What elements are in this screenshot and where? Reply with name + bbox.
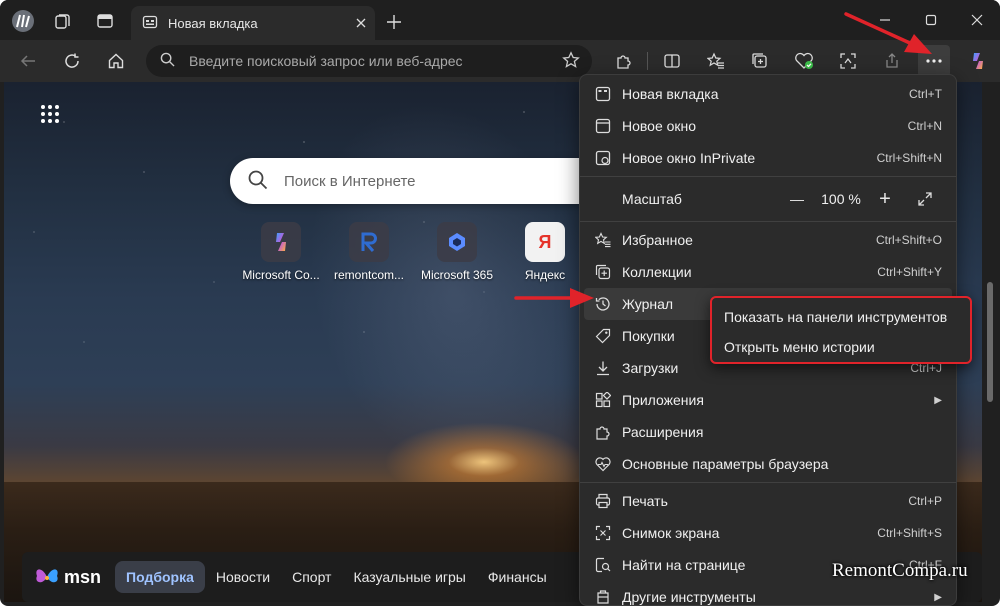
menu-item-favorites[interactable]: Избранное Ctrl+Shift+O xyxy=(580,224,956,256)
zoom-controls: — 100 % + xyxy=(780,184,942,214)
menu-item-browser-essentials[interactable]: Основные параметры браузера xyxy=(580,448,956,480)
menu-separator xyxy=(580,176,956,177)
msn-tab-sports[interactable]: Спорт xyxy=(281,561,342,593)
back-button[interactable] xyxy=(12,45,44,77)
tab-close-icon[interactable] xyxy=(347,9,375,37)
yandex-icon: Я xyxy=(525,222,565,262)
scrollbar-thumb[interactable] xyxy=(987,282,993,402)
apps-icon xyxy=(594,391,612,409)
quicklink-label: Microsoft 365 xyxy=(420,268,494,282)
puzzle-icon xyxy=(594,423,612,441)
new-tab-button[interactable] xyxy=(380,8,408,36)
menu-item-new-tab[interactable]: Новая вкладка Ctrl+T xyxy=(580,78,956,110)
favorites-icon xyxy=(594,231,612,249)
msn-tab-news[interactable]: Новости xyxy=(205,561,281,593)
menu-separator xyxy=(580,221,956,222)
browser-window: Новая вкладка Введите поисковый запрос и… xyxy=(0,0,1000,606)
extensions-button[interactable] xyxy=(608,45,640,77)
quicklink-yandex[interactable]: Я Яндекс xyxy=(500,222,590,282)
shopping-tag-icon xyxy=(594,327,612,345)
close-window-button[interactable] xyxy=(954,4,1000,36)
menu-item-screenshot[interactable]: Снимок экрана Ctrl+Shift+S xyxy=(580,517,956,549)
history-icon xyxy=(594,295,612,313)
site-watermark: RemontCompa.ru xyxy=(832,560,968,581)
tab-new-tab[interactable]: Новая вкладка xyxy=(131,6,375,40)
find-icon xyxy=(594,556,612,574)
menu-item-apps[interactable]: Приложения ▶ xyxy=(580,384,956,416)
menu-item-collections[interactable]: Коллекции Ctrl+Shift+Y xyxy=(580,256,956,288)
search-icon xyxy=(248,170,268,193)
workspaces-icon[interactable] xyxy=(48,6,78,36)
menu-item-zoom: Масштаб — 100 % + xyxy=(580,179,956,219)
favorites-button[interactable] xyxy=(700,45,732,77)
download-icon xyxy=(594,359,612,377)
zoom-out-button[interactable]: — xyxy=(780,184,814,214)
web-search-input[interactable] xyxy=(284,172,604,190)
page-scrollbar[interactable] xyxy=(984,82,996,602)
screenshot-icon xyxy=(594,524,612,542)
submenu-arrow-icon: ▶ xyxy=(934,394,942,406)
profile-avatar[interactable] xyxy=(8,6,38,36)
address-bar[interactable] xyxy=(146,45,592,77)
quicklink-label: Яндекс xyxy=(524,268,566,282)
annotation-arrow-to-history xyxy=(514,288,594,308)
tab-favicon-icon xyxy=(142,14,158,33)
collections-button[interactable] xyxy=(744,45,776,77)
browser-essentials-button[interactable] xyxy=(788,45,820,77)
home-button[interactable] xyxy=(100,45,132,77)
inprivate-icon xyxy=(594,149,612,167)
new-window-icon xyxy=(594,117,612,135)
quicklink-remontcompa[interactable]: remontcom... xyxy=(324,222,414,282)
menu-item-new-inprivate[interactable]: Новое окно InPrivate Ctrl+Shift+N xyxy=(580,142,956,174)
msn-nav: Подборка Новости Спорт Казуальные игры Ф… xyxy=(115,561,558,593)
submenu-arrow-icon: ▶ xyxy=(934,591,942,603)
history-submenu: Показать на панели инструментов Открыть … xyxy=(710,296,972,364)
menu-item-extensions[interactable]: Расширения xyxy=(580,416,956,448)
quick-links: Microsoft Co... remontcom... Microsoft 3… xyxy=(236,222,596,282)
search-icon xyxy=(160,52,175,70)
zoom-in-button[interactable]: + xyxy=(868,184,902,214)
menu-item-more-tools[interactable]: Другие инструменты ▶ xyxy=(580,581,956,606)
msn-butterfly-icon xyxy=(36,569,58,583)
submenu-open-history-menu[interactable]: Открыть меню истории xyxy=(712,332,970,362)
refresh-button[interactable] xyxy=(56,45,88,77)
annotation-arrow-to-more-button xyxy=(844,12,932,54)
copilot-icon xyxy=(261,222,301,262)
fullscreen-icon[interactable] xyxy=(908,184,942,214)
toolbar-divider xyxy=(647,52,648,70)
new-tab-icon xyxy=(594,85,612,103)
msn-tab-featured[interactable]: Подборка xyxy=(115,561,205,593)
print-icon xyxy=(594,492,612,510)
submenu-show-in-toolbar[interactable]: Показать на панели инструментов xyxy=(712,302,970,332)
zoom-level: 100 % xyxy=(821,191,861,207)
heart-pulse-icon xyxy=(594,455,612,473)
quicklink-copilot[interactable]: Microsoft Co... xyxy=(236,222,326,282)
msn-tab-casual-games[interactable]: Казуальные игры xyxy=(342,561,476,593)
collections-icon xyxy=(594,263,612,281)
menu-item-new-window[interactable]: Новое окно Ctrl+N xyxy=(580,110,956,142)
menu-item-print[interactable]: Печать Ctrl+P xyxy=(580,485,956,517)
copilot-icon[interactable] xyxy=(962,45,994,77)
address-input[interactable] xyxy=(189,53,529,69)
quicklink-label: remontcom... xyxy=(333,268,405,282)
microsoft365-icon xyxy=(437,222,477,262)
split-screen-button[interactable] xyxy=(656,45,688,77)
quicklink-label: Microsoft Co... xyxy=(242,268,320,282)
msn-logo[interactable]: msn xyxy=(34,566,101,588)
favorite-star-icon[interactable] xyxy=(562,50,580,72)
menu-separator xyxy=(580,482,956,483)
tab-title: Новая вкладка xyxy=(168,15,258,31)
quicklink-microsoft365[interactable]: Microsoft 365 xyxy=(412,222,502,282)
remontcompa-logo-icon xyxy=(349,222,389,262)
tools-icon xyxy=(594,588,612,606)
msn-tab-finance[interactable]: Финансы xyxy=(477,561,558,593)
app-launcher-icon[interactable] xyxy=(36,100,64,128)
vertical-tabs-icon[interactable] xyxy=(90,6,120,36)
